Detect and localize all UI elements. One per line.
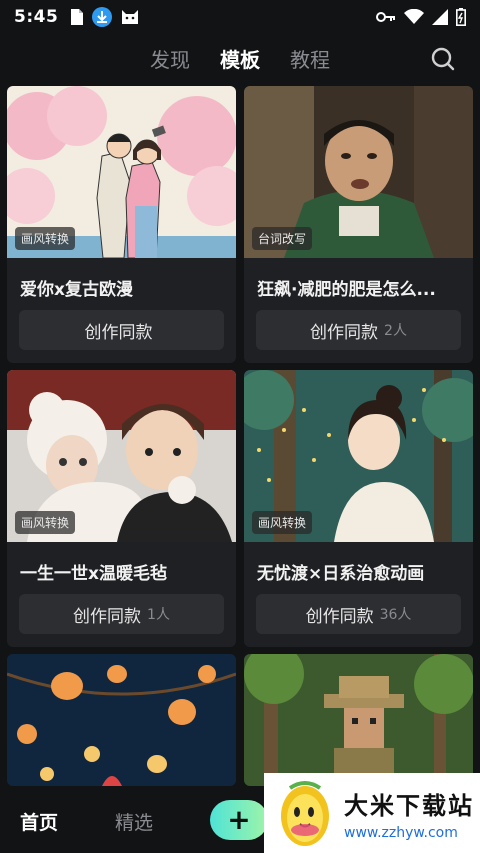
tab-tutorials[interactable]: 教程: [290, 44, 330, 73]
create-same-button[interactable]: 创作同款 1人: [19, 594, 224, 634]
create-same-button[interactable]: 创作同款: [19, 310, 224, 350]
create-same-label: 创作同款: [305, 606, 374, 627]
template-card[interactable]: 画风转换 一生一世x温暖毛毡 创作同款 1人: [7, 370, 236, 647]
style-tag: 画风转换: [252, 511, 313, 534]
download-icon: [92, 7, 113, 27]
watermark-url: www.zzhyw.com: [344, 824, 458, 841]
tab-discover[interactable]: 发现: [150, 44, 190, 73]
site-watermark: 大米下载站 www.zzhyw.com: [264, 773, 480, 853]
search-button[interactable]: [430, 46, 456, 72]
template-thumbnail[interactable]: 画风转换: [7, 370, 236, 542]
template-thumbnail[interactable]: 台词改写: [244, 86, 473, 258]
wifi-icon: [404, 9, 424, 24]
cat-icon: [122, 10, 139, 24]
create-same-button[interactable]: 创作同款 2人: [256, 310, 461, 350]
template-thumbnail[interactable]: 画风转换: [7, 86, 236, 258]
style-tag: 画风转换: [15, 227, 76, 250]
template-card[interactable]: 画风转换 爱你x复古欧漫 创作同款: [7, 86, 236, 363]
create-plus-button[interactable]: +: [210, 800, 268, 840]
template-thumbnail[interactable]: [244, 654, 473, 786]
notification-icons: [70, 7, 140, 27]
status-bar: 5:45: [0, 0, 480, 34]
template-card[interactable]: [7, 654, 236, 786]
nav-picks[interactable]: 精选: [115, 808, 153, 835]
creator-count: 1人: [147, 607, 170, 623]
watermark-title: 大米下载站: [344, 791, 474, 820]
template-thumbnail[interactable]: 画风转换: [244, 370, 473, 542]
lanterns-image: [7, 654, 236, 786]
creator-count: 36人: [379, 607, 412, 623]
style-tag: 画风转换: [15, 511, 76, 534]
nav-home[interactable]: 首页: [20, 808, 58, 835]
template-thumbnail[interactable]: [7, 654, 236, 786]
status-time: 5:45: [14, 7, 59, 27]
plus-icon: +: [227, 803, 251, 836]
battery-icon: [456, 8, 466, 26]
search-icon: [431, 47, 455, 71]
template-title: 爱你x复古欧漫: [20, 280, 133, 300]
top-tabs: 发现 模板 教程: [0, 36, 480, 80]
tab-templates[interactable]: 模板: [220, 44, 260, 73]
template-title: 无忧渡×日系治愈动画: [257, 564, 425, 584]
file-icon: [71, 9, 84, 25]
template-card[interactable]: [244, 654, 473, 786]
template-title: 一生一世x温暖毛毡: [20, 564, 167, 584]
create-same-button[interactable]: 创作同款 36人: [256, 594, 461, 634]
signal-icon: [432, 9, 448, 25]
create-same-label: 创作同款: [84, 322, 153, 343]
key-icon: [376, 12, 395, 22]
pixel-explorer-image: [244, 654, 473, 786]
status-right-icons: [376, 8, 466, 26]
template-title: 狂飙·减肥的肥是怎么...: [257, 280, 436, 300]
rice-mascot-logo: [281, 781, 329, 846]
style-tag: 台词改写: [252, 227, 313, 250]
template-card[interactable]: 画风转换 无忧渡×日系治愈动画 创作同款 36人: [244, 370, 473, 647]
template-card[interactable]: 台词改写 狂飙·减肥的肥是怎么... 创作同款 2人: [244, 86, 473, 363]
create-same-label: 创作同款: [310, 322, 379, 343]
create-same-label: 创作同款: [73, 606, 142, 627]
creator-count: 2人: [384, 323, 407, 339]
